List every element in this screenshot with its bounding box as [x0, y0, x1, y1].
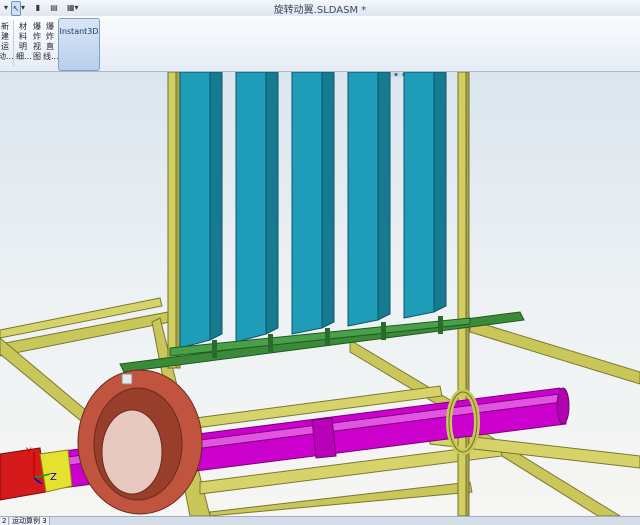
instant3d-button[interactable]: Instant3D: [58, 18, 100, 71]
exploded-view-button[interactable]: 爆 炸 视 图: [30, 22, 44, 62]
rotor-blades: [179, 72, 447, 349]
triad-z-label: Z: [50, 472, 57, 483]
window-title: 旋转动翼.SLDASM *: [273, 5, 367, 16]
instant3d-label: Instant3D: [59, 27, 99, 36]
flange: [77, 369, 203, 515]
new-motion-study-button[interactable]: 新 建 运 动...: [0, 22, 14, 62]
graphics-area[interactable]: Y Z: [0, 72, 640, 516]
triad-y-label: Y: [25, 447, 32, 457]
title-bar: ▾ ↖ ▾ ▮ ▤ ▦▾ 旋转动翼.SLDASM *: [0, 0, 640, 17]
command-manager-ribbon: 新 建 运 动... 材 料 明 细... 爆 炸 视 图 爆 炸 直 线...…: [0, 16, 640, 72]
explode-line-sketch-button[interactable]: 爆 炸 直 线...: [43, 22, 59, 62]
bill-of-materials-button[interactable]: 材 料 明 细...: [16, 22, 32, 62]
shaft-coupling: [0, 447, 73, 501]
assembly-model: Y Z: [0, 72, 640, 516]
ribbon-separator: [13, 20, 14, 66]
